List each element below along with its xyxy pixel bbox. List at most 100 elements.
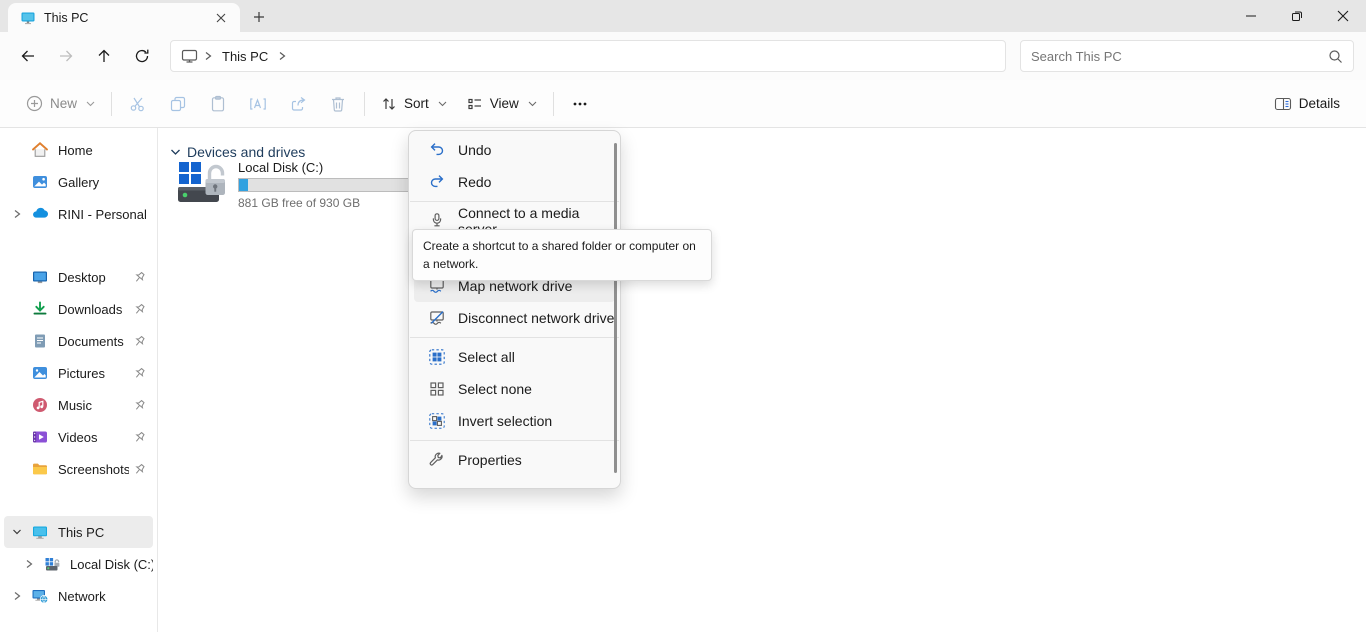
restore-icon[interactable]	[1274, 0, 1320, 32]
menu-item-redo[interactable]: Redo	[414, 166, 615, 198]
chevron-right-icon	[278, 51, 286, 61]
tab-close-icon[interactable]	[210, 7, 232, 29]
refresh-icon[interactable]	[124, 38, 160, 74]
view-button[interactable]: View	[457, 86, 547, 122]
details-pane-icon	[1274, 96, 1292, 112]
search-box[interactable]	[1020, 40, 1354, 72]
toolbar-divider	[111, 92, 112, 116]
chevron-right-icon[interactable]	[4, 209, 30, 219]
sort-button-label: Sort	[404, 96, 429, 111]
toolbar-divider	[364, 92, 365, 116]
sidebar-item-label: Downloads	[58, 302, 129, 317]
sort-button[interactable]: Sort	[371, 86, 457, 122]
redo-icon	[428, 173, 446, 191]
menu-item-undo[interactable]: Undo	[414, 134, 615, 166]
pin-icon	[129, 367, 149, 380]
sidebar-item-gallery[interactable]: Gallery	[4, 166, 153, 198]
sidebar-item-documents[interactable]: Documents	[4, 325, 153, 357]
properties-icon	[428, 451, 446, 469]
breadcrumb-this-pc[interactable]: This PC	[218, 47, 272, 66]
forward-icon[interactable]	[48, 38, 84, 74]
downloads-icon	[30, 300, 50, 318]
new-button[interactable]: New	[16, 86, 105, 122]
menu-item-select-none[interactable]: Select none	[414, 373, 615, 405]
menu-item-select-all[interactable]: Select all	[414, 341, 615, 373]
group-header-devices-and-drives[interactable]: Devices and drives	[170, 144, 1366, 160]
details-button[interactable]: Details	[1264, 86, 1350, 122]
disconnect-network-drive-icon	[428, 309, 446, 327]
copy-icon[interactable]	[158, 86, 198, 122]
sidebar-item-onedrive[interactable]: RINI - Personal	[4, 198, 153, 230]
sidebar-item-network[interactable]: Network	[4, 580, 153, 612]
menu-item-label: Invert selection	[458, 413, 552, 429]
chevron-down-icon[interactable]	[4, 528, 30, 536]
address-bar[interactable]: This PC	[170, 40, 1006, 72]
pin-icon	[129, 463, 149, 476]
menu-item-properties[interactable]: Properties	[414, 444, 615, 476]
tab-this-pc[interactable]: This PC	[8, 3, 240, 32]
videos-icon	[30, 428, 50, 446]
monitor-icon	[30, 523, 50, 541]
menu-item-invert-selection[interactable]: Invert selection	[414, 405, 615, 437]
chevron-right-icon[interactable]	[4, 591, 30, 601]
share-icon[interactable]	[278, 86, 318, 122]
sidebar-item-label: Local Disk (C:)	[70, 557, 153, 572]
monitor-icon	[20, 10, 36, 26]
select-none-icon	[428, 380, 446, 398]
sidebar-item-home[interactable]: Home	[4, 134, 153, 166]
up-icon[interactable]	[86, 38, 122, 74]
drive-name: Local Disk (C:)	[238, 160, 415, 175]
sidebar-item-label: Videos	[58, 430, 129, 445]
gallery-icon	[30, 173, 50, 191]
search-input[interactable]	[1031, 49, 1328, 64]
menu-scrollbar[interactable]	[614, 143, 617, 473]
sidebar-item-this-pc[interactable]: This PC	[4, 516, 153, 548]
select-all-icon	[428, 348, 446, 366]
close-icon[interactable]	[1320, 0, 1366, 32]
paste-icon[interactable]	[198, 86, 238, 122]
home-icon	[30, 141, 50, 159]
sidebar-item-label: Music	[58, 398, 129, 413]
drive-tile-local-disk-c[interactable]: Local Disk (C:) 881 GB free of 930 GB	[178, 160, 418, 210]
tooltip: Create a shortcut to a shared folder or …	[412, 229, 712, 281]
sidebar-item-desktop[interactable]: Desktop	[4, 261, 153, 293]
sidebar-item-downloads[interactable]: Downloads	[4, 293, 153, 325]
new-button-label: New	[50, 96, 77, 111]
invert-selection-icon	[428, 412, 446, 430]
sidebar-item-music[interactable]: Music	[4, 389, 153, 421]
menu-item-label: Undo	[458, 142, 491, 158]
sidebar-item-label: Documents	[58, 334, 129, 349]
cut-icon[interactable]	[118, 86, 158, 122]
network-icon	[30, 587, 50, 605]
pin-icon	[129, 431, 149, 444]
drive-capacity-text: 881 GB free of 930 GB	[238, 196, 415, 210]
more-ellipsis-icon[interactable]	[560, 86, 600, 122]
sidebar-item-pictures[interactable]: Pictures	[4, 357, 153, 389]
delete-icon[interactable]	[318, 86, 358, 122]
chevron-right-icon[interactable]	[16, 559, 42, 569]
sidebar-item-label: Desktop	[58, 270, 129, 285]
sidebar-item-label: Network	[58, 589, 153, 604]
menu-item-disconnect-network-drive[interactable]: Disconnect network drive	[414, 302, 615, 334]
back-icon[interactable]	[10, 38, 46, 74]
sidebar-item-local-disk[interactable]: Local Disk (C:)	[16, 548, 153, 580]
pin-icon	[129, 399, 149, 412]
chevron-right-icon	[204, 51, 212, 61]
sidebar-item-label: Pictures	[58, 366, 129, 381]
navigation-bar: This PC	[0, 32, 1366, 80]
menu-item-label: Properties	[458, 452, 522, 468]
rename-icon[interactable]	[238, 86, 278, 122]
view-button-label: View	[490, 96, 519, 111]
sidebar-item-screenshots[interactable]: Screenshots	[4, 453, 153, 485]
sidebar-item-videos[interactable]: Videos	[4, 421, 153, 453]
sidebar-item-label: Home	[58, 143, 153, 158]
chevron-down-icon[interactable]	[170, 148, 181, 156]
monitor-icon	[181, 48, 198, 64]
search-icon[interactable]	[1328, 49, 1343, 64]
new-tab-button[interactable]	[246, 5, 272, 29]
pin-icon	[129, 335, 149, 348]
folder-icon	[30, 460, 50, 478]
view-list-icon	[467, 96, 483, 112]
minimize-icon[interactable]	[1228, 0, 1274, 32]
chevron-down-icon	[528, 101, 537, 107]
